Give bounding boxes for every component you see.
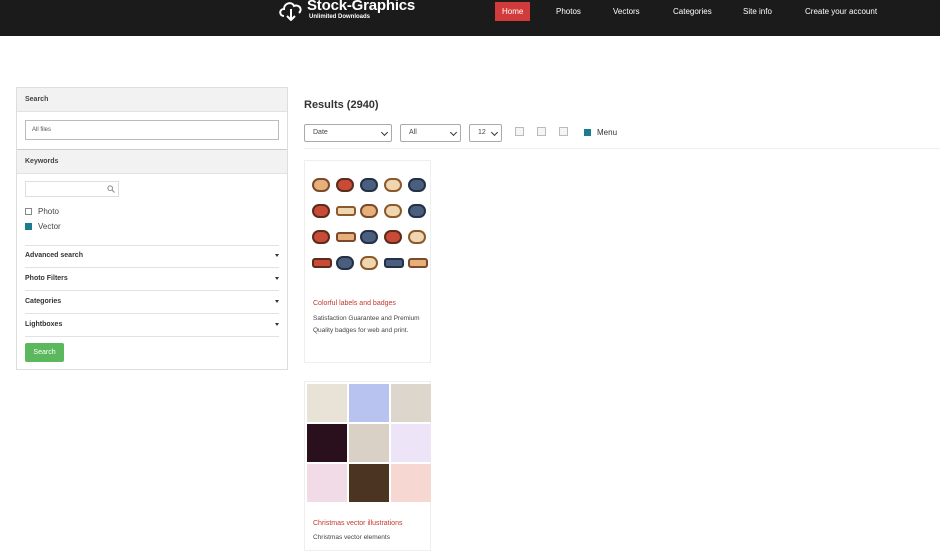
preview-tile [307, 464, 347, 502]
per-page-select-value: 12 [478, 129, 486, 136]
badge-shape [384, 178, 402, 192]
detail-view-icon[interactable] [559, 127, 568, 136]
badge-shape [312, 258, 332, 268]
badge-shape [408, 258, 428, 268]
chevron-down-icon [490, 128, 499, 137]
badge-shape [384, 258, 404, 268]
preview-tile [307, 384, 347, 422]
card-description: Satisfaction Guarantee and Premium Quali… [313, 315, 420, 334]
badge-shape [312, 178, 330, 192]
search-icon[interactable] [107, 185, 115, 193]
caret-down-icon [275, 277, 279, 280]
card-description: Christmas vector elements [313, 534, 390, 541]
preview-tile [391, 424, 431, 462]
site-logo[interactable]: Stock-Graphics Unlimited Downloads [278, 0, 415, 24]
search-heading: Search [17, 88, 287, 112]
badge-shape [336, 178, 354, 192]
preview-tile [307, 424, 347, 462]
vector-checkbox-row[interactable]: Vector [25, 222, 61, 231]
caret-down-icon [275, 300, 279, 303]
card-thumbnail[interactable] [306, 383, 431, 503]
grid-view-icon[interactable] [515, 127, 524, 136]
nav-home[interactable]: Home [495, 2, 531, 21]
cloud-download-icon [279, 2, 302, 21]
keyword-input[interactable] [25, 181, 119, 197]
christmas-preview [307, 384, 431, 502]
photo-filters-toggle[interactable]: Photo Filters [25, 268, 279, 290]
search-sidebar: Search All files Keywords Photo Vector A… [16, 87, 288, 370]
top-navbar: Stock-Graphics Unlimited Downloads Home … [0, 0, 940, 36]
badge-shape [408, 204, 426, 218]
badge-shape [336, 256, 354, 270]
type-select[interactable]: All [400, 124, 461, 142]
badges-preview [312, 172, 428, 276]
list-view-icon[interactable] [537, 127, 546, 136]
lightboxes-toggle[interactable]: Lightboxes [25, 314, 279, 336]
caret-down-icon [275, 323, 279, 326]
badge-shape [384, 230, 402, 244]
menu-toggle[interactable]: Menu [584, 128, 617, 137]
nav-vectors[interactable]: Vectors [613, 2, 640, 21]
nav-site-info[interactable]: Site info [743, 2, 772, 21]
advanced-search-toggle[interactable]: Advanced search [25, 245, 279, 267]
card-thumbnail[interactable] [306, 162, 430, 282]
categories-toggle[interactable]: Categories [25, 291, 279, 313]
sort-select-value: Date [313, 129, 328, 136]
preview-tile [349, 464, 389, 502]
preview-tile [391, 384, 431, 422]
preview-tile [349, 384, 389, 422]
badge-shape [312, 230, 330, 244]
per-page-select[interactable]: 12 [469, 124, 502, 142]
sort-select[interactable]: Date [304, 124, 392, 142]
card-title[interactable]: Christmas vector illustrations [313, 520, 402, 527]
result-card[interactable]: Colorful labels and badges Satisfaction … [304, 160, 431, 363]
result-card[interactable]: Christmas vector illustrations Christmas… [304, 381, 431, 551]
badge-shape [336, 232, 356, 242]
badge-shape [384, 204, 402, 218]
menu-label: Menu [597, 128, 618, 137]
logo-subtitle: Unlimited Downloads [309, 14, 371, 20]
nav-photos[interactable]: Photos [556, 2, 581, 21]
search-input[interactable]: All files [25, 120, 279, 140]
keywords-heading: Keywords [17, 150, 287, 174]
type-select-value: All [409, 129, 417, 136]
menu-checkbox[interactable] [584, 129, 591, 136]
card-title[interactable]: Colorful labels and badges [313, 300, 396, 307]
divider [25, 336, 279, 337]
results-title: Results (2940) [304, 99, 379, 111]
lightboxes-label: Lightboxes [25, 321, 63, 328]
divider [304, 148, 940, 149]
photo-checkbox[interactable] [25, 208, 32, 215]
preview-tile [391, 464, 431, 502]
logo-title: Stock-Graphics [307, 0, 416, 14]
photo-checkbox-label: Photo [38, 207, 59, 216]
badge-shape [312, 204, 330, 218]
search-button[interactable]: Search [25, 343, 64, 362]
categories-label: Categories [25, 298, 62, 305]
badge-shape [360, 178, 378, 192]
badge-shape [408, 230, 426, 244]
badge-shape [360, 204, 378, 218]
badge-shape [360, 256, 378, 270]
caret-down-icon [275, 254, 279, 257]
photo-checkbox-row[interactable]: Photo [25, 207, 59, 216]
nav-create-account[interactable]: Create your account [805, 2, 877, 21]
badge-shape [408, 178, 426, 192]
nav-categories[interactable]: Categories [673, 2, 712, 21]
vector-checkbox[interactable] [25, 223, 32, 230]
photo-filters-label: Photo Filters [25, 275, 68, 282]
chevron-down-icon [449, 128, 458, 137]
preview-tile [349, 424, 389, 462]
advanced-search-label: Advanced search [25, 252, 83, 259]
badge-shape [336, 206, 356, 216]
badge-shape [360, 230, 378, 244]
vector-checkbox-label: Vector [38, 222, 61, 231]
chevron-down-icon [380, 128, 389, 137]
